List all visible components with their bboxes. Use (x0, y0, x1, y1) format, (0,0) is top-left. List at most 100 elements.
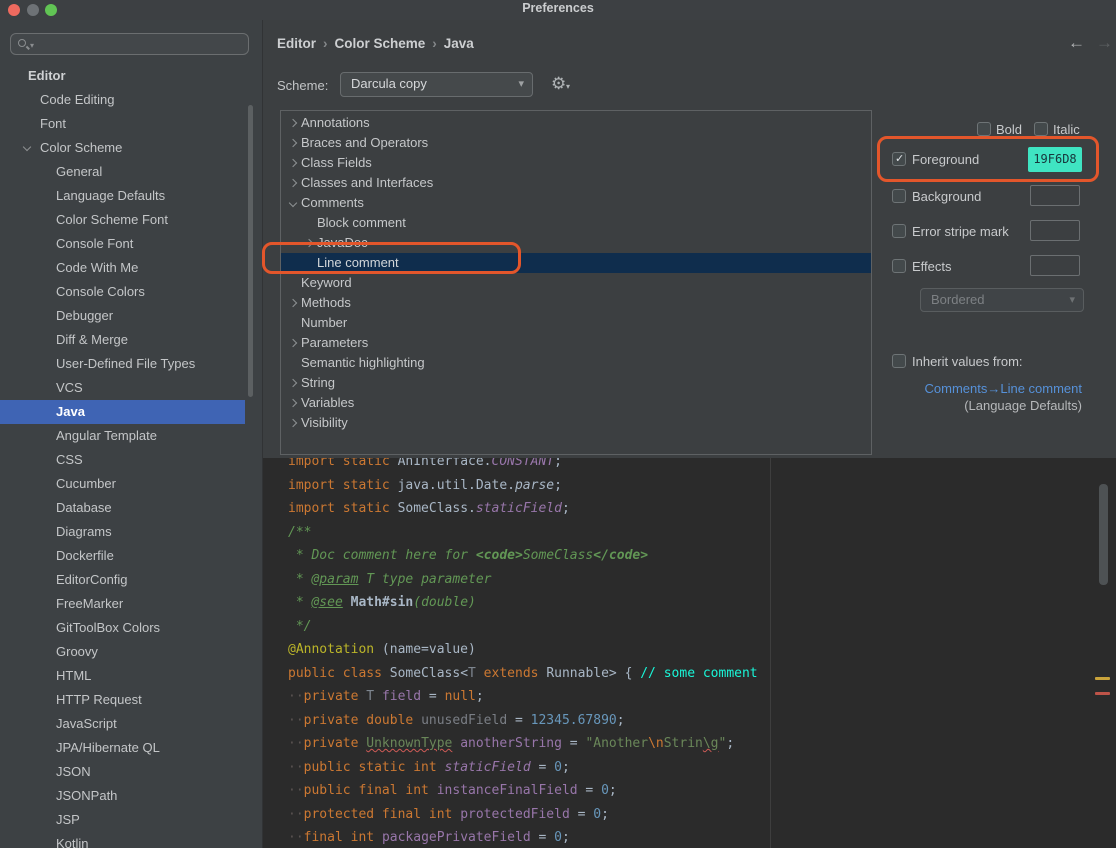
tree-item-string[interactable]: String (281, 373, 871, 393)
tree-item-label: Classes and Interfaces (281, 173, 433, 193)
sidebar-item-diff-merge[interactable]: Diff & Merge (0, 328, 245, 352)
sidebar-item-label: JSONPath (56, 788, 117, 803)
breadcrumb-item-color-scheme[interactable]: Color Scheme (335, 36, 426, 51)
sidebar-item-debugger[interactable]: Debugger (0, 304, 245, 328)
code-token: ; (554, 458, 562, 469)
sidebar-item-cucumber[interactable]: Cucumber (0, 472, 245, 496)
inherit-source: Comments→Line comment (Language Defaults… (870, 381, 1082, 413)
tree-item-keyword[interactable]: Keyword (281, 273, 871, 293)
code-line: import static AnInterface.CONSTANT; (288, 458, 758, 474)
code-token: ·· (288, 760, 304, 775)
tree-item-visibility[interactable]: Visibility (281, 413, 871, 433)
sidebar-item-user-defined-file-types[interactable]: User-Defined File Types (0, 352, 245, 376)
inherit-checkbox[interactable] (892, 354, 906, 368)
sidebar-item-color-scheme-font[interactable]: Color Scheme Font (0, 208, 245, 232)
sidebar-item-kotlin[interactable]: Kotlin (0, 832, 245, 848)
sidebar-item-color-scheme[interactable]: Color Scheme (0, 136, 245, 160)
sidebar-item-code-editing[interactable]: Code Editing (0, 88, 245, 112)
sidebar-item-console-colors[interactable]: Console Colors (0, 280, 245, 304)
code-token: SomeClass< (390, 666, 468, 681)
sidebar-item-label: Color Scheme Font (56, 212, 168, 227)
tree-item-annotations[interactable]: Annotations (281, 113, 871, 133)
scheme-dropdown[interactable]: Darcula copy ▾ (340, 72, 533, 97)
code-line: * Doc comment here for <code>SomeClass</… (288, 544, 758, 568)
tree-item-methods[interactable]: Methods (281, 293, 871, 313)
sidebar-item-gittoolbox-colors[interactable]: GitToolBox Colors (0, 616, 245, 640)
sidebar-scrollbar[interactable] (248, 105, 253, 397)
error-stripe-color-box[interactable] (1030, 220, 1080, 241)
sidebar-item-label: Database (56, 500, 112, 515)
tree-item-braces-and-operators[interactable]: Braces and Operators (281, 133, 871, 153)
tree-item-class-fields[interactable]: Class Fields (281, 153, 871, 173)
sidebar-item-general[interactable]: General (0, 160, 245, 184)
sidebar-item-angular-template[interactable]: Angular Template (0, 424, 245, 448)
code-token: @see (311, 595, 342, 610)
effects-checkbox[interactable] (892, 259, 906, 273)
code-token: unusedField (421, 713, 507, 728)
code-token: ; (554, 478, 562, 493)
code-token: protected final int (304, 807, 461, 822)
back-arrow-icon[interactable]: ← (1068, 33, 1085, 53)
effects-style-dropdown[interactable]: Bordered ▾ (920, 288, 1084, 312)
sidebar-item-language-defaults[interactable]: Language Defaults (0, 184, 245, 208)
sidebar-item-console-font[interactable]: Console Font (0, 232, 245, 256)
code-token: 0 (593, 807, 601, 822)
sidebar-item-http-request[interactable]: HTTP Request (0, 688, 245, 712)
sidebar-item-editor[interactable]: Editor (0, 64, 245, 88)
breadcrumb-item-editor[interactable]: Editor (277, 36, 316, 51)
inherit-source-link[interactable]: Comments→Line comment (870, 381, 1082, 396)
effects-color-box[interactable] (1030, 255, 1080, 276)
sidebar-item-vcs[interactable]: VCS (0, 376, 245, 400)
italic-label: Italic (1053, 122, 1080, 137)
sidebar-item-font[interactable]: Font (0, 112, 245, 136)
code-token: ; (562, 501, 570, 516)
tree-item-parameters[interactable]: Parameters (281, 333, 871, 353)
sidebar-item-jpa-hibernate-ql[interactable]: JPA/Hibernate QL (0, 736, 245, 760)
sidebar-item-label: Dockerfile (56, 548, 114, 563)
sidebar-item-database[interactable]: Database (0, 496, 245, 520)
tree-item-block-comment[interactable]: Block comment (281, 213, 871, 233)
sidebar-item-dockerfile[interactable]: Dockerfile (0, 544, 245, 568)
code-token: /** (288, 525, 311, 540)
tree-item-comments[interactable]: Comments (281, 193, 871, 213)
sidebar-item-diagrams[interactable]: Diagrams (0, 520, 245, 544)
forward-arrow-icon[interactable]: → (1096, 33, 1113, 53)
sidebar-item-html[interactable]: HTML (0, 664, 245, 688)
sidebar-item-freemarker[interactable]: FreeMarker (0, 592, 245, 616)
background-label: Background (912, 189, 981, 204)
gear-icon[interactable]: ⚙ (551, 74, 566, 94)
code-preview[interactable]: import static AnInterface.CONSTANT;impor… (263, 458, 1116, 848)
tree-item-number[interactable]: Number (281, 313, 871, 333)
code-line: * @param T type parameter (288, 568, 758, 592)
sidebar-item-jsp[interactable]: JSP (0, 808, 245, 832)
italic-checkbox[interactable] (1034, 122, 1048, 136)
code-scrollbar[interactable] (1099, 484, 1108, 585)
sidebar-item-javascript[interactable]: JavaScript (0, 712, 245, 736)
sidebar-item-groovy[interactable]: Groovy (0, 640, 245, 664)
sidebar-item-css[interactable]: CSS (0, 448, 245, 472)
search-input[interactable]: ▾ (10, 33, 249, 55)
code-token: Strin (664, 736, 703, 751)
error-stripe-checkbox[interactable] (892, 224, 906, 238)
background-color-box[interactable] (1030, 185, 1080, 206)
code-token: T (468, 666, 476, 681)
sidebar-item-label: EditorConfig (56, 572, 128, 587)
bold-checkbox[interactable] (977, 122, 991, 136)
sidebar-item-label: Language Defaults (56, 188, 165, 203)
sidebar-item-jsonpath[interactable]: JSONPath (0, 784, 245, 808)
breadcrumb-separator: › (316, 36, 335, 51)
sidebar-item-editorconfig[interactable]: EditorConfig (0, 568, 245, 592)
chevron-down-icon: ▾ (1069, 293, 1075, 306)
sidebar-item-label: Font (40, 116, 66, 131)
tree-item-semantic-highlighting[interactable]: Semantic highlighting (281, 353, 871, 373)
sidebar-item-java[interactable]: Java (0, 400, 245, 424)
tree-item-classes-and-interfaces[interactable]: Classes and Interfaces (281, 173, 871, 193)
breadcrumb-item-java[interactable]: Java (444, 36, 474, 51)
code-token: // some comment (640, 666, 757, 681)
sidebar-item-json[interactable]: JSON (0, 760, 245, 784)
sidebar-item-code-with-me[interactable]: Code With Me (0, 256, 245, 280)
code-token: (double) (413, 595, 476, 610)
tree-item-variables[interactable]: Variables (281, 393, 871, 413)
background-checkbox[interactable] (892, 189, 906, 203)
chevron-down-icon[interactable] (23, 143, 31, 151)
